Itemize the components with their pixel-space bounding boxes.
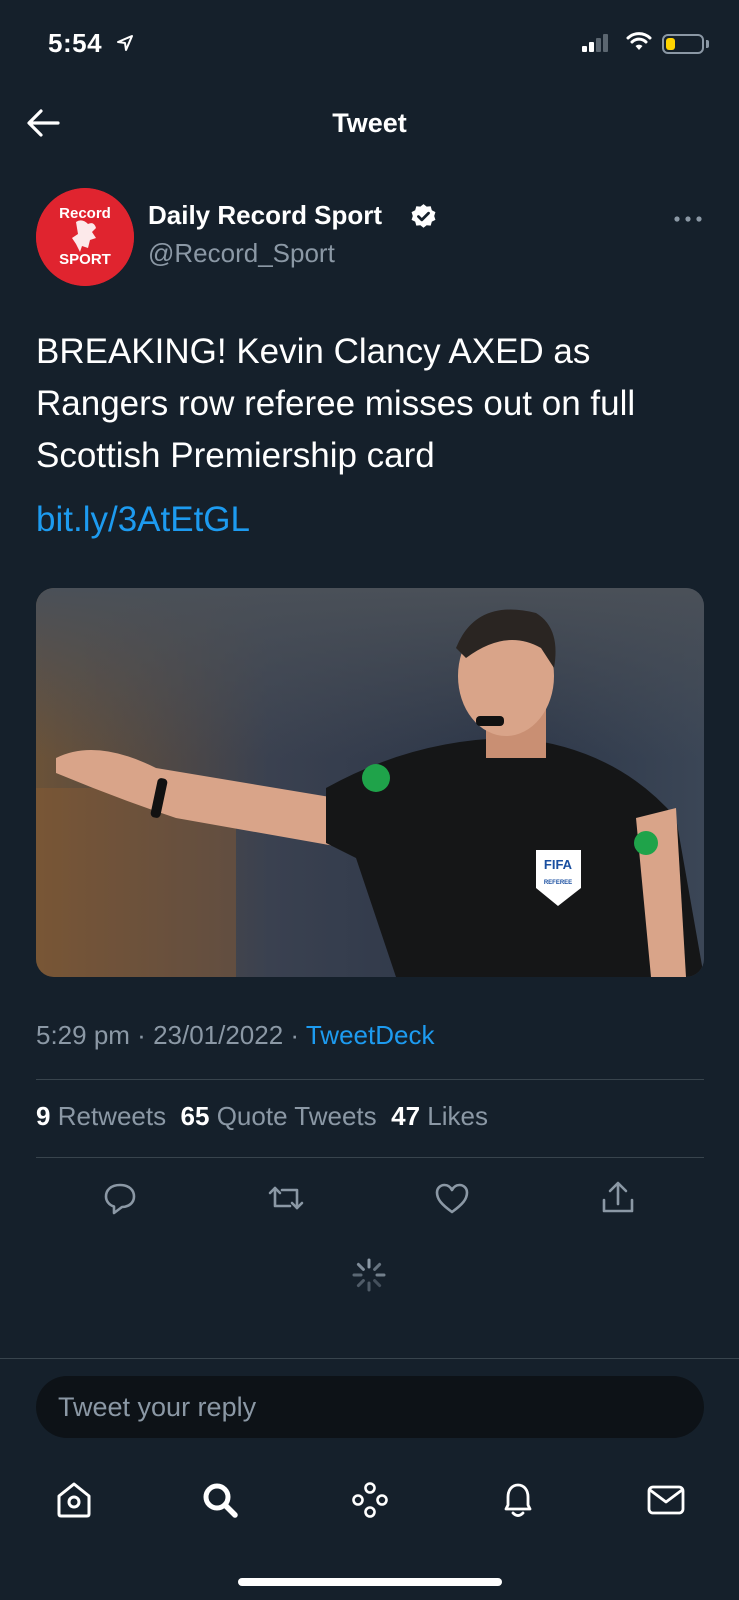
retweets-stat[interactable]: 9 Retweets <box>36 1101 166 1131</box>
tweet-stats: 9 Retweets 65 Quote Tweets 47 Likes <box>36 1101 488 1132</box>
more-options-icon[interactable] <box>673 214 703 224</box>
divider <box>0 1358 739 1359</box>
reply-input[interactable]: Tweet your reply <box>36 1376 704 1438</box>
tweet-text: BREAKING! Kevin Clancy AXED as Rangers r… <box>36 332 636 475</box>
likes-stat[interactable]: 47 Likes <box>391 1101 488 1131</box>
likes-count: 47 <box>391 1101 421 1131</box>
verified-badge-icon <box>411 204 436 228</box>
loading-spinner-icon <box>352 1258 386 1292</box>
share-icon[interactable] <box>598 1178 638 1218</box>
spaces-icon[interactable] <box>348 1478 392 1522</box>
fifa-badge-sub: REFEREE <box>544 880 572 886</box>
battery-icon <box>662 34 704 54</box>
tweet-media-image[interactable]: FIFA REFEREE <box>36 588 704 977</box>
avatar[interactable]: Record SPORT <box>36 188 134 286</box>
retweet-icon[interactable] <box>266 1178 306 1218</box>
home-icon[interactable] <box>52 1478 96 1522</box>
arrow-left-icon[interactable] <box>26 108 60 138</box>
messages-icon[interactable] <box>644 1478 688 1522</box>
quotes-label: Quote Tweets <box>216 1101 377 1131</box>
tweet-source[interactable]: TweetDeck <box>306 1020 435 1050</box>
quotes-stat[interactable]: 65 Quote Tweets <box>181 1101 377 1131</box>
retweets-count: 9 <box>36 1101 51 1131</box>
battery-level-fill <box>666 38 675 50</box>
battery-tip <box>706 40 709 48</box>
reply-icon[interactable] <box>100 1178 140 1218</box>
author-handle[interactable]: @Record_Sport <box>148 238 335 269</box>
tweet-timestamp: 5:29 pm · 23/01/2022 · TweetDeck <box>36 1020 435 1050</box>
reply-placeholder: Tweet your reply <box>58 1392 257 1422</box>
search-icon[interactable] <box>198 1478 242 1522</box>
likes-label: Likes <box>427 1101 488 1131</box>
tweet-link[interactable]: bit.ly/3AtEtGL <box>36 500 250 540</box>
status-time: 5:54 <box>48 28 103 58</box>
quotes-count: 65 <box>180 1101 210 1131</box>
referee-photo: FIFA REFEREE <box>36 588 704 977</box>
divider <box>36 1079 704 1080</box>
svg-text:SPORT: SPORT <box>59 251 111 268</box>
svg-text:Record: Record <box>59 205 111 222</box>
location-arrow-icon <box>117 35 133 51</box>
wifi-icon <box>626 32 652 50</box>
retweets-label: Retweets <box>57 1101 167 1131</box>
notifications-icon[interactable] <box>496 1478 540 1522</box>
page-title: Tweet <box>332 108 407 138</box>
fifa-badge-text: FIFA <box>544 857 573 872</box>
author-name[interactable]: Daily Record Sport <box>148 200 382 231</box>
divider <box>36 1157 704 1158</box>
tweet-time: 5:29 pm <box>36 1020 130 1050</box>
tweet-date: 23/01/2022 <box>153 1020 284 1050</box>
like-icon[interactable] <box>432 1178 472 1218</box>
home-indicator <box>238 1578 502 1586</box>
cellular-signal-icon <box>582 34 608 52</box>
record-sport-logo: Record SPORT <box>36 188 134 286</box>
